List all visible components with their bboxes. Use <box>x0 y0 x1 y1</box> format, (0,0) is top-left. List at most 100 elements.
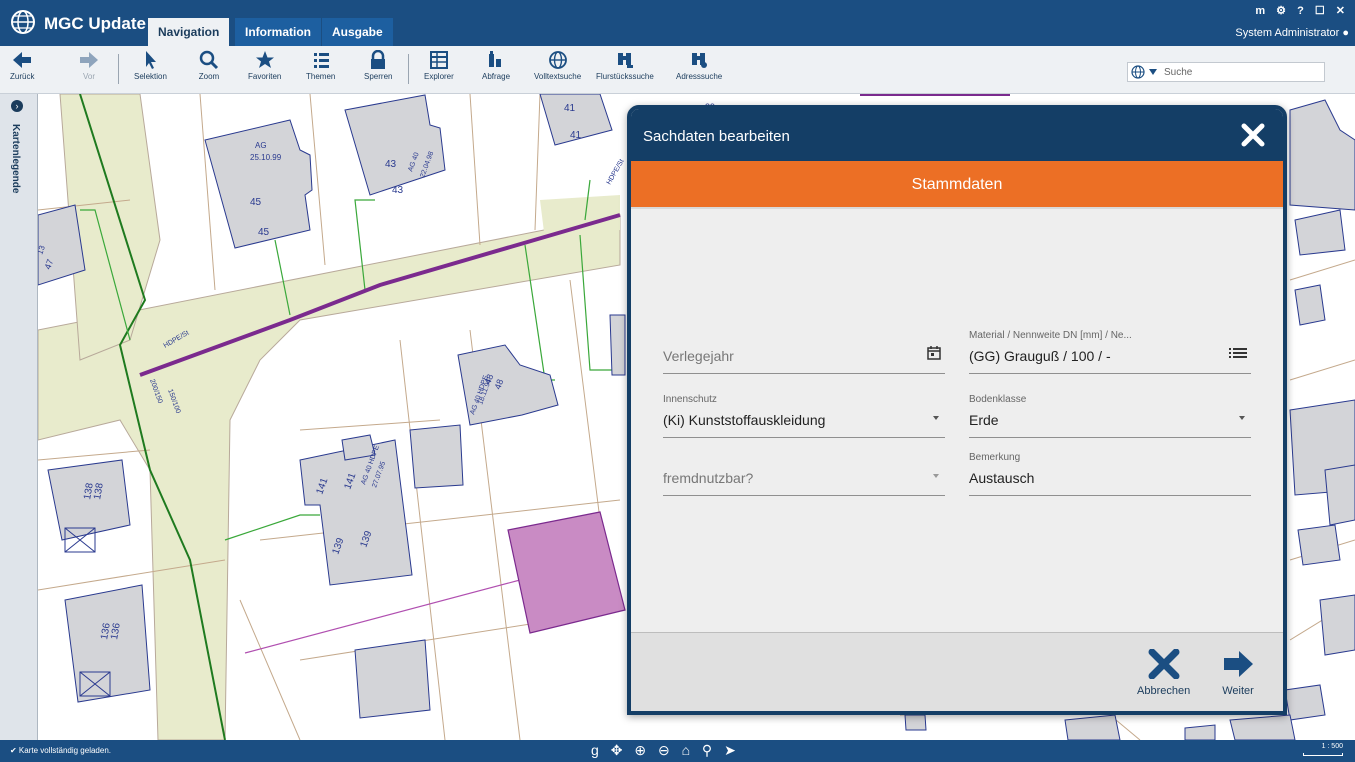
search-input[interactable] <box>1164 65 1320 79</box>
bemerkung-field[interactable]: Bemerkung Austausch <box>969 452 1251 496</box>
parcel-search-button[interactable]: Flurstückssuche <box>596 50 654 81</box>
arrow-left-icon <box>13 52 32 68</box>
themes-label: Themen <box>306 72 336 81</box>
toolbar-divider <box>408 54 409 84</box>
bodenklasse-value: Erde <box>969 412 999 428</box>
fremdnutzbar-select[interactable]: fremdnutzbar? <box>663 452 945 496</box>
dropdown-arrow-icon[interactable] <box>1239 416 1245 420</box>
map-label: 45 <box>258 227 270 238</box>
google-icon[interactable]: g <box>591 742 599 758</box>
tab-ausgabe[interactable]: Ausgabe <box>322 18 393 46</box>
explorer-button[interactable]: Explorer <box>424 50 454 81</box>
toolbar-divider <box>118 54 119 84</box>
map-label: 45 <box>250 197 262 208</box>
search-box[interactable] <box>1127 62 1325 82</box>
tab-navigation[interactable]: Navigation <box>148 18 230 46</box>
cursor-icon <box>146 51 157 69</box>
bodenklasse-select[interactable]: Bodenklasse Erde <box>969 394 1251 438</box>
pointer-icon[interactable]: ➤ <box>724 742 736 758</box>
user-icon: ● <box>1342 27 1349 39</box>
globe-logo-icon <box>11 10 35 34</box>
fulltext-search-button[interactable]: Volltextsuche <box>534 50 581 81</box>
query-button[interactable]: Abfrage <box>482 50 510 81</box>
section-header[interactable]: Stammdaten <box>631 161 1283 209</box>
arrow-right-icon <box>80 52 98 68</box>
material-field[interactable]: Material / Nennweite DN [mm] / Ne... (GG… <box>969 330 1251 374</box>
themes-button[interactable]: Themen <box>306 50 335 81</box>
legend-expand-icon[interactable]: › <box>11 100 23 112</box>
globe-search-icon <box>548 51 567 69</box>
lock-button[interactable]: Sperren <box>364 50 392 81</box>
material-label: Material / Nennweite DN [mm] / Ne... <box>969 330 1132 341</box>
list-icon <box>313 53 329 68</box>
innenschutz-label: Innenschutz <box>663 394 717 405</box>
map-label: 41 <box>564 103 576 114</box>
zoom-label: Zoom <box>198 72 220 81</box>
cancel-label: Abbrechen <box>1137 685 1191 697</box>
binoculars-icon <box>692 53 708 68</box>
app-root: MGC Update Navigation Information Ausgab… <box>0 0 1355 762</box>
home-icon[interactable]: ⌂ <box>682 742 690 758</box>
lock-icon <box>371 50 386 69</box>
status-bar: ✔ Karte vollständig geladen. g ✥ ⊕ ⊖ ⌂ ⚲… <box>0 740 1355 762</box>
address-search-button[interactable]: Adresssuche <box>676 50 722 81</box>
innenschutz-select[interactable]: Innenschutz (Ki) Kunststoffauskleidung <box>663 394 945 438</box>
app-title: MGC Update <box>44 14 146 33</box>
star-icon <box>255 51 274 68</box>
map-tools: g ✥ ⊕ ⊖ ⌂ ⚲ ➤ <box>591 742 744 759</box>
toolbar: Zurück Vor Selektion Zoom Favoriten Them… <box>0 46 1355 94</box>
tab-information[interactable]: Information <box>235 18 321 46</box>
parcel-label: Flurstückssuche <box>596 72 654 81</box>
window-controls[interactable]: m ⚙ ? ☐ ✕ <box>1255 4 1349 17</box>
pan-icon[interactable]: ✥ <box>611 742 623 758</box>
favorites-button[interactable]: Favoriten <box>248 50 281 81</box>
dialog-form: Verlegejahr Material / Nennweite DN [mm]… <box>631 209 1283 632</box>
binoculars-icon <box>617 53 633 68</box>
close-icon <box>1148 649 1180 679</box>
scale-bar <box>1303 753 1343 756</box>
location-pin-icon[interactable]: ⚲ <box>702 742 712 758</box>
verlegejahr-field[interactable]: Verlegejahr <box>663 330 945 374</box>
globe-icon[interactable] <box>1131 65 1145 79</box>
fulltext-label: Volltextsuche <box>534 72 582 81</box>
map-label: 43 <box>392 185 404 196</box>
title-bar: MGC Update Navigation Information Ausgab… <box>0 0 1355 46</box>
list-picker-icon[interactable] <box>1229 346 1247 360</box>
back-button[interactable]: Zurück <box>10 50 34 81</box>
zoom-button[interactable]: Zoom <box>198 50 220 81</box>
bemerkung-label: Bemerkung <box>969 452 1021 463</box>
innenschutz-value: (Ki) Kunststoffauskleidung <box>663 412 826 428</box>
next-label: Weiter <box>1222 685 1254 697</box>
caret-down-icon[interactable] <box>1149 69 1157 75</box>
map-label: 25.10.99 <box>250 153 282 162</box>
user-name[interactable]: System Administrator ● <box>1235 27 1349 39</box>
selection-button[interactable]: Selektion <box>134 50 167 81</box>
dropdown-arrow-icon[interactable] <box>933 416 939 420</box>
edit-attributes-dialog: Sachdaten bearbeiten Stammdaten Verlegej… <box>627 105 1287 715</box>
close-icon[interactable] <box>1241 123 1265 147</box>
bemerkung-value: Austausch <box>969 470 1035 486</box>
dropdown-arrow-icon[interactable] <box>933 474 939 478</box>
calendar-icon[interactable] <box>927 346 941 360</box>
fremdnutzbar-placeholder: fremdnutzbar? <box>663 470 754 486</box>
cancel-button[interactable]: Abbrechen <box>1137 649 1190 697</box>
address-label: Adresssuche <box>676 72 723 81</box>
zoom-out-icon[interactable]: ⊖ <box>658 742 670 758</box>
arrow-right-icon <box>1224 651 1253 677</box>
status-text: ✔ Karte vollständig geladen. <box>10 746 111 755</box>
material-value: (GG) Grauguß / 100 / - <box>969 348 1111 364</box>
legend-label[interactable]: Kartenlegende <box>10 124 21 193</box>
next-button[interactable]: Weiter <box>1221 649 1255 697</box>
dialog-footer: Abbrechen Weiter <box>631 632 1283 711</box>
query-label: Abfrage <box>482 72 511 81</box>
section-title: Stammdaten <box>911 176 1003 193</box>
scale-label: 1 : 500 <box>1321 743 1343 750</box>
back-label: Zurück <box>10 72 35 81</box>
zoom-in-icon[interactable]: ⊕ <box>634 742 646 758</box>
forward-button[interactable]: Vor <box>78 50 100 81</box>
purple-connection-line <box>244 579 521 654</box>
map-label: AG <box>255 141 267 150</box>
table-icon <box>429 51 448 69</box>
user-label: System Administrator <box>1235 27 1340 39</box>
verlegejahr-placeholder: Verlegejahr <box>663 348 734 364</box>
